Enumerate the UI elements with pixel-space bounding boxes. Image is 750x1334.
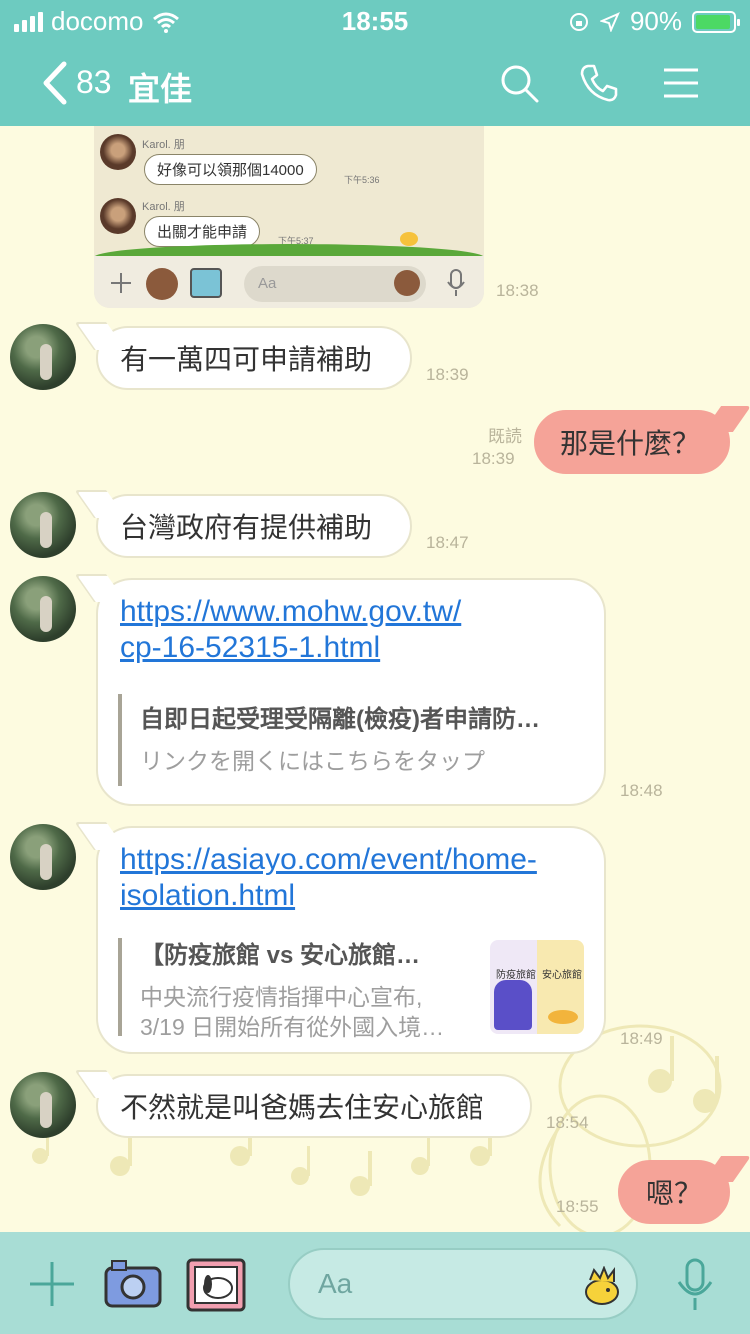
mini-avatar: [100, 134, 136, 170]
plus-icon[interactable]: [28, 1260, 76, 1308]
photo-icon[interactable]: [186, 1258, 246, 1312]
mini-bear-icon: [394, 270, 420, 296]
menu-icon[interactable]: [660, 62, 702, 104]
contact-avatar[interactable]: [10, 1072, 76, 1138]
shared-screenshot-image[interactable]: Karol. 朋 好像可以領那個14000 下午5:36 Karol. 朋 出關…: [94, 126, 484, 308]
link-preview-card[interactable]: 【防疫旅館 vs 安心旅館… 中央流行疫情指揮中心宣布, 3/19 日開始所有從…: [118, 938, 458, 1040]
mini-sender-name: Karol. 朋: [142, 139, 185, 151]
message-text: 不然就是叫爸媽去住安心旅館: [120, 1092, 485, 1123]
phone-icon[interactable]: [578, 62, 620, 104]
message-timestamp: 18:39: [472, 449, 515, 468]
contact-avatar[interactable]: [10, 492, 76, 558]
incoming-message-bubble[interactable]: 台灣政府有提供補助: [96, 494, 412, 558]
outgoing-message-bubble[interactable]: 那是什麼？: [534, 410, 730, 474]
unread-count[interactable]: 83: [76, 64, 112, 101]
status-bar: docomo 18:55 90%: [0, 0, 750, 40]
contact-name[interactable]: 宜佳: [128, 64, 192, 110]
mini-chick-icon: [400, 232, 418, 246]
chat-area[interactable]: Karol. 朋 好像可以領那個14000 下午5:36 Karol. 朋 出關…: [0, 126, 750, 1232]
link-preview-card[interactable]: 自即日起受理受隔離(檢疫)者申請防… リンクを開くにはこちらをタップ: [118, 694, 584, 786]
search-icon[interactable]: [498, 62, 540, 104]
incoming-link-bubble[interactable]: https://www.mohw.gov.tw/ cp-16-52315-1.h…: [96, 578, 606, 806]
battery-icon: [692, 10, 740, 33]
message-link[interactable]: https://www.mohw.gov.tw/ cp-16-52315-1.h…: [120, 594, 461, 666]
link-preview-title: 自即日起受理受隔離(檢疫)者申請防…: [140, 706, 540, 733]
message-timestamp: 18:54: [546, 1113, 589, 1132]
sticker-icon[interactable]: [580, 1266, 624, 1306]
message-timestamp: 18:47: [426, 533, 469, 552]
read-receipt: 既読: [488, 427, 522, 446]
back-chevron-icon[interactable]: [38, 60, 78, 106]
contact-avatar[interactable]: [10, 576, 76, 642]
location-icon: [599, 11, 620, 32]
message-text: 台灣政府有提供補助: [120, 512, 373, 543]
incoming-link-bubble[interactable]: https://asiayo.com/event/home- isolation…: [96, 826, 606, 1054]
mini-microphone-icon: [447, 269, 465, 296]
message-timestamp: 18:38: [496, 281, 539, 300]
contact-avatar[interactable]: [10, 824, 76, 890]
battery-percent: 90%: [629, 6, 682, 36]
message-timestamp: 18:48: [620, 781, 663, 800]
mini-timestamp: 下午5:36: [344, 175, 380, 185]
contact-avatar[interactable]: [10, 324, 76, 390]
mini-bear-sticker-icon: [146, 268, 178, 300]
link-preview-description-line: 3/19 日開始所有從外國入境…: [140, 1014, 445, 1040]
mini-message-bubble: 好像可以領那個14000: [144, 154, 317, 185]
chat-header: 83 宜佳: [0, 40, 750, 134]
message-input-bar: Aa: [0, 1232, 750, 1334]
status-right-group: 90%: [568, 6, 740, 37]
message-text: 嗯？: [646, 1178, 703, 1209]
mini-avatar: [100, 198, 136, 234]
message-link[interactable]: https://asiayo.com/event/home- isolation…: [120, 842, 537, 914]
message-timestamp: 18:55: [556, 1197, 599, 1216]
microphone-icon[interactable]: [676, 1258, 714, 1312]
mini-message-bubble: 出關才能申請: [144, 216, 261, 247]
incoming-message-bubble[interactable]: 不然就是叫爸媽去住安心旅館: [96, 1074, 532, 1138]
link-preview-description-line: 中央流行疫情指揮中心宣布,: [140, 984, 423, 1010]
rotation-lock-icon: [569, 12, 588, 31]
message-text: 那是什麼？: [560, 428, 701, 459]
camera-icon[interactable]: [104, 1258, 162, 1310]
mini-sender-name: Karol. 朋: [142, 201, 185, 213]
mini-plus-icon: [111, 273, 131, 293]
input-placeholder: Aa: [318, 1268, 353, 1299]
link-preview-title: 【防疫旅館 vs 安心旅館…: [140, 942, 421, 969]
message-text: 有一萬四可申請補助: [120, 344, 373, 375]
mini-photo-icon: [190, 268, 222, 298]
message-timestamp: 18:39: [426, 365, 469, 384]
message-timestamp: 18:49: [620, 1029, 663, 1048]
link-preview-thumbnail[interactable]: 防疫旅館 安心旅館: [490, 940, 584, 1034]
outgoing-message-bubble[interactable]: 嗯？: [618, 1160, 730, 1224]
link-preview-description: リンクを開くにはこちらをタップ: [140, 748, 485, 774]
incoming-message-bubble[interactable]: 有一萬四可申請補助: [96, 326, 412, 390]
